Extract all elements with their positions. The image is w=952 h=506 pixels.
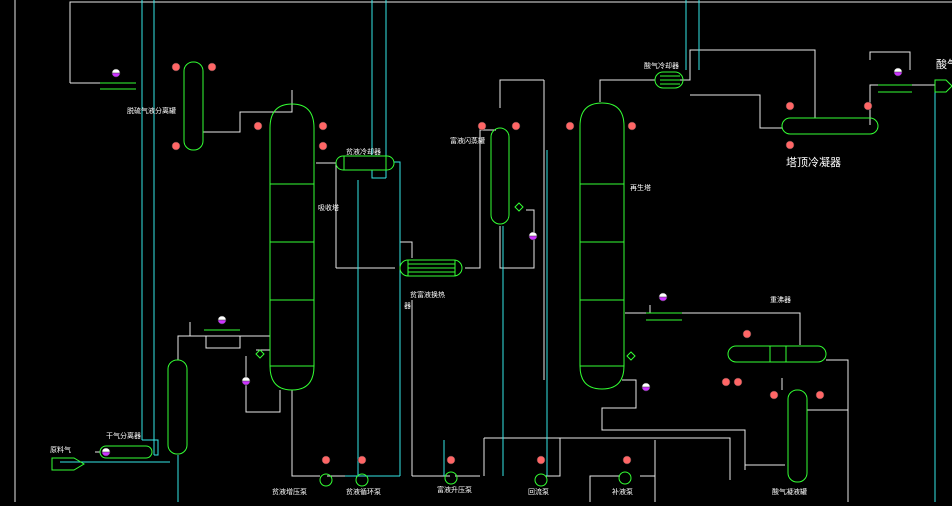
condensate-drum[interactable] [727,345,827,363]
red-valve-icon [318,141,328,151]
red-valve-icon [318,121,328,131]
pressure-sensor-icon [101,447,111,457]
red-valve-icon [733,377,743,387]
pressure-sensor-icon [528,231,538,241]
pressure-sensor-icon [658,292,668,302]
control-valve-flash[interactable] [514,202,524,212]
red-valve-icon [446,455,456,465]
red-valve-icon [321,455,331,465]
acid-gas-cooler[interactable] [654,71,684,89]
red-valve-icon [171,62,181,72]
label-acid-gas: 酸气 [936,57,952,71]
label-regenerator: 再生塔 [630,183,651,192]
label-lean-rich-exchanger-2: 器 [404,302,411,310]
red-valve-icon [536,455,546,465]
instrument-loop-1 [100,82,912,331]
label-absorber: 吸收塔 [318,203,339,212]
pressure-sensor-icon [893,67,903,77]
pump-makeup[interactable] [618,471,632,485]
knockout-drum[interactable] [183,61,204,151]
red-valve-icon [863,101,873,111]
red-valve-icon [785,101,795,111]
red-valve-icon [565,121,575,131]
lean-rich-exchanger[interactable] [399,259,463,277]
label-rich-flash-drum: 富液闪蒸罐 [450,136,485,145]
regenerator-column[interactable] [579,102,625,390]
label-lean-cooler: 贫液冷却器 [346,147,381,156]
label-rich-pump: 富液升压泵 [437,485,472,494]
label-makeup-pump: 补液泵 [612,487,633,496]
red-valve-icon [171,141,181,151]
red-valve-icon [769,390,779,400]
red-valve-icon [627,121,637,131]
control-valve-regen[interactable] [626,351,636,361]
label-lean-booster-pump: 贫液增压泵 [272,487,307,496]
label-feed-separator: 干气分离器 [106,431,141,440]
feed-inlet-arrow [51,457,85,471]
label-lean-circ-pump: 贫液循环泵 [346,487,381,496]
equipment-labels: 脱硫气液分离罐 吸收塔 贫液冷却器 富液闪蒸罐 再生塔 酸气冷却器 塔顶冷凝器 … [50,57,952,496]
red-valve-icon [207,62,217,72]
red-valve-icon [815,390,825,400]
pressure-sensor-icon [641,382,651,392]
overhead-condenser[interactable] [781,117,879,135]
acid-gas-outlet [934,79,952,93]
label-acid-gas-cooler: 酸气冷却器 [644,61,679,70]
label-condensate-drum: 酸气凝液罐 [772,487,807,496]
label-lean-rich-exchanger: 贫富液换热 [410,290,445,299]
absorber-column[interactable] [269,103,315,391]
utility-piping [60,0,936,502]
label-reboiler: 重沸器 [770,295,791,304]
pressure-sensor-icon [111,68,121,78]
lean-cooler[interactable] [335,155,395,171]
red-valve-icon [622,455,632,465]
pump-lean-booster[interactable] [319,473,333,487]
red-valve-icon [721,377,731,387]
makeup-vessel[interactable] [787,389,808,483]
pump-rich[interactable] [444,471,458,485]
pump-reflux[interactable] [534,473,548,487]
process-flow-diagram: 脱硫气液分离罐 吸收塔 贫液冷却器 富液闪蒸罐 再生塔 酸气冷却器 塔顶冷凝器 … [0,0,952,502]
red-valve-icon [357,455,367,465]
relief-valves[interactable] [171,62,873,465]
process-piping [14,0,952,502]
red-valve-icon [477,121,487,131]
control-valve-absorber[interactable] [255,349,265,359]
red-valve-icon [785,140,795,150]
label-reflux-pump: 回流泵 [528,487,549,496]
pressure-sensor-icon [217,315,227,325]
label-overhead-condenser: 塔顶冷凝器 [786,155,841,169]
label-knockout-drum: 脱硫气液分离罐 [127,106,176,115]
red-valve-icon [742,329,752,339]
red-valve-icon [253,121,263,131]
label-feed-gas: 原料气 [50,445,71,454]
rich-flash-drum[interactable] [490,127,510,225]
pressure-sensor-icon [241,376,251,386]
feed-separator[interactable] [167,359,188,455]
red-valve-icon [511,121,521,131]
